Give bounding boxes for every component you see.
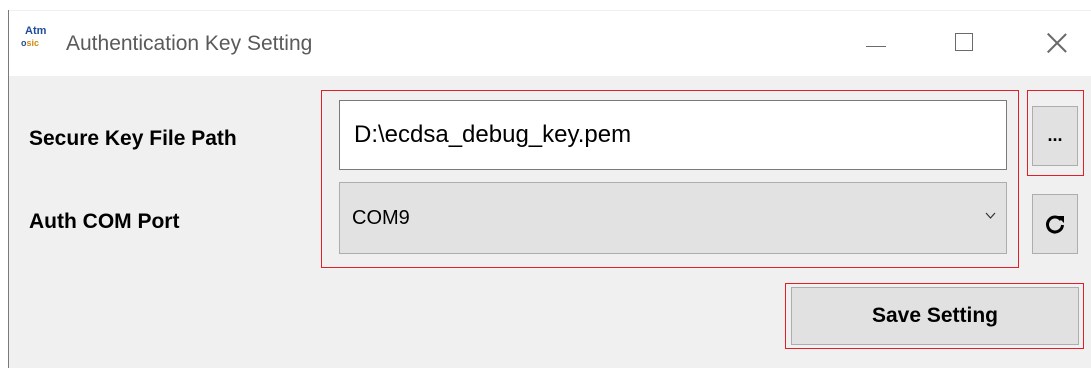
highlight-browse-button xyxy=(1027,90,1084,176)
logo-text-bottom: osic xyxy=(21,38,40,48)
dialog-window: Atm osic Authentication Key Setting Secu… xyxy=(8,10,1091,368)
highlight-save-button xyxy=(785,283,1084,349)
highlight-input-group xyxy=(321,90,1019,268)
title-bar: Atm osic Authentication Key Setting xyxy=(9,11,1091,76)
key-path-label: Secure Key File Path xyxy=(29,127,237,150)
com-port-label: Auth COM Port xyxy=(29,210,180,233)
logo-text-top: Atm xyxy=(25,25,47,37)
refresh-icon xyxy=(1046,215,1064,234)
minimize-icon[interactable] xyxy=(848,21,906,61)
close-icon[interactable] xyxy=(1028,21,1086,61)
maximize-icon[interactable] xyxy=(938,21,996,61)
refresh-button[interactable] xyxy=(1032,194,1078,254)
window-title: Authentication Key Setting xyxy=(66,32,313,55)
app-logo-icon: Atm osic xyxy=(21,24,55,54)
